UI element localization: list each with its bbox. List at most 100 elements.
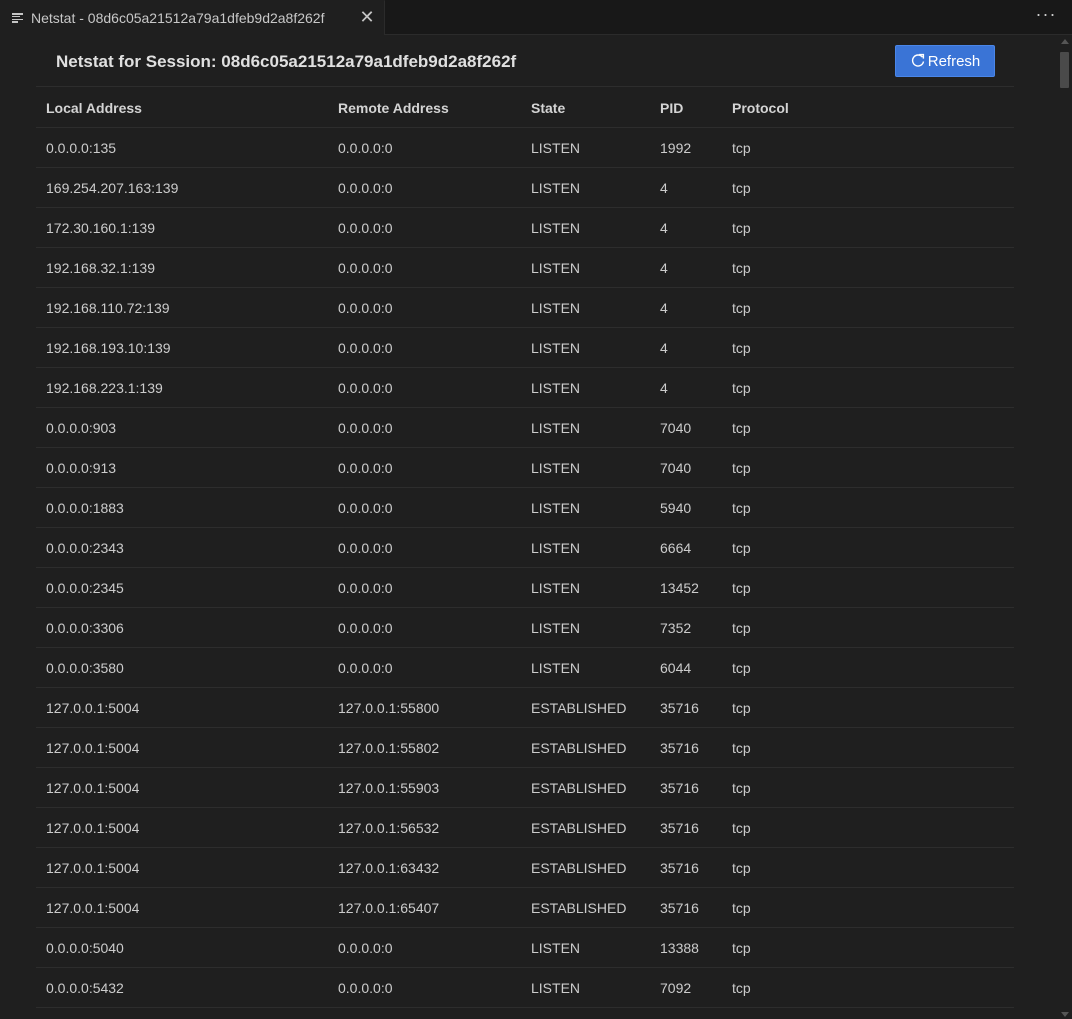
table-row: 127.0.0.1:5004 127.0.0.1:55800 ESTABLISHED…	[36, 687, 1014, 728]
table-row: 0.0.0.0:2343 0.0.0.0:0 LISTEN 6664 tcp	[36, 527, 1014, 568]
state-cell: ESTABLISHED	[521, 887, 650, 928]
table-row: 127.0.0.1:5004 127.0.0.1:63432 ESTABLISHED…	[36, 847, 1014, 888]
state-cell: LISTEN	[521, 927, 650, 968]
state-cell: ESTABLISHED	[521, 687, 650, 728]
local-address-cell: 0.0.0.0:5040	[36, 927, 328, 968]
pid-cell: 1992	[650, 127, 722, 168]
protocol-cell: tcp	[722, 247, 1014, 288]
local-address-cell: 127.0.0.1:5004	[36, 807, 328, 848]
close-icon[interactable]: ✕	[358, 8, 376, 26]
pid-cell: 4	[650, 367, 722, 408]
pid-cell: 7040	[650, 447, 722, 488]
remote-address-cell: 0.0.0.0:0	[328, 527, 521, 568]
remote-address-cell: 0.0.0.0:0	[328, 647, 521, 688]
table-row: 127.0.0.1:5004 127.0.0.1:55903 ESTABLISHED…	[36, 767, 1014, 808]
remote-address-cell: 0.0.0.0:0	[328, 567, 521, 608]
table-row: 192.168.223.1:139 0.0.0.0:0 LISTEN 4 tcp	[36, 367, 1014, 408]
pid-cell: 4	[650, 327, 722, 368]
remote-address-cell: 127.0.0.1:56532	[328, 807, 521, 848]
local-address-cell: 192.168.223.1:139	[36, 367, 328, 408]
remote-address-cell: 0.0.0.0:0	[328, 127, 521, 168]
protocol-cell: tcp	[722, 647, 1014, 688]
local-address-cell: 0.0.0.0:2345	[36, 567, 328, 608]
state-cell: LISTEN	[521, 127, 650, 168]
table-row: 0.0.0.0:3306 0.0.0.0:0 LISTEN 7352 tcp	[36, 607, 1014, 648]
table-row: 0.0.0.0:1883 0.0.0.0:0 LISTEN 5940 tcp	[36, 487, 1014, 528]
scroll-up-arrow-icon[interactable]	[1061, 39, 1069, 44]
table-row: 192.168.193.10:139 0.0.0.0:0 LISTEN 4 tcp	[36, 327, 1014, 368]
pid-cell: 35716	[650, 727, 722, 768]
local-address-cell: 0.0.0.0:3580	[36, 647, 328, 688]
protocol-cell: tcp	[722, 127, 1014, 168]
remote-address-cell: 0.0.0.0:0	[328, 287, 521, 328]
local-address-cell: 0.0.0.0:903	[36, 407, 328, 448]
state-cell: LISTEN	[521, 247, 650, 288]
state-cell: ESTABLISHED	[521, 847, 650, 888]
table-row: 127.0.0.1:5004 127.0.0.1:65407 ESTABLISHED…	[36, 887, 1014, 928]
local-address-cell: 127.0.0.1:5004	[36, 887, 328, 928]
column-header-protocol: Protocol	[722, 88, 1014, 128]
state-cell: LISTEN	[521, 407, 650, 448]
protocol-cell: tcp	[722, 567, 1014, 608]
remote-address-cell: 0.0.0.0:0	[328, 167, 521, 208]
protocol-cell: tcp	[722, 967, 1014, 1008]
column-header-state: State	[521, 88, 650, 128]
remote-address-cell: 0.0.0.0:0	[328, 447, 521, 488]
state-cell: LISTEN	[521, 967, 650, 1008]
protocol-cell: tcp	[722, 727, 1014, 768]
remote-address-cell: 0.0.0.0:0	[328, 487, 521, 528]
state-cell: LISTEN	[521, 287, 650, 328]
local-address-cell: 172.30.160.1:139	[36, 207, 328, 248]
protocol-cell: tcp	[722, 367, 1014, 408]
table-row: 127.0.0.1:5004 127.0.0.1:55802 ESTABLISHED…	[36, 727, 1014, 768]
scroll-down-arrow-icon[interactable]	[1061, 1012, 1069, 1017]
remote-address-cell: 0.0.0.0:0	[328, 207, 521, 248]
table-row: 127.0.0.1:5004 127.0.0.1:56532 ESTABLISHED…	[36, 807, 1014, 848]
refresh-label: Refresh	[927, 52, 981, 70]
vertical-scrollbar[interactable]	[1058, 35, 1072, 1019]
pid-cell: 35716	[650, 887, 722, 928]
pid-cell: 35716	[650, 847, 722, 888]
refresh-icon	[911, 53, 924, 67]
table-row: 169.254.207.163:139 0.0.0.0:0 LISTEN 4 tcp	[36, 167, 1014, 208]
scrollbar-thumb[interactable]	[1060, 52, 1069, 88]
protocol-cell: tcp	[722, 407, 1014, 448]
remote-address-cell: 127.0.0.1:63432	[328, 847, 521, 888]
pid-cell: 7040	[650, 407, 722, 448]
table-row: 172.30.160.1:139 0.0.0.0:0 LISTEN 4 tcp	[36, 207, 1014, 248]
state-cell: ESTABLISHED	[521, 807, 650, 848]
remote-address-cell: 0.0.0.0:0	[328, 327, 521, 368]
refresh-button[interactable]: Refresh	[895, 45, 995, 77]
table-row: 0.0.0.0:903 0.0.0.0:0 LISTEN 7040 tcp	[36, 407, 1014, 448]
protocol-cell: tcp	[722, 767, 1014, 808]
local-address-cell: 127.0.0.1:5004	[36, 687, 328, 728]
state-cell: LISTEN	[521, 607, 650, 648]
table-row: 192.168.110.72:139 0.0.0.0:0 LISTEN 4 tcp	[36, 287, 1014, 328]
tab-netstat[interactable]: Netstat - 08d6c05a21512a79a1dfeb9d2a8f26…	[0, 0, 385, 35]
local-address-cell: 169.254.207.163:139	[36, 167, 328, 208]
remote-address-cell: 0.0.0.0:0	[328, 247, 521, 288]
state-cell: LISTEN	[521, 487, 650, 528]
table-row: 0.0.0.0:2345 0.0.0.0:0 LISTEN 13452 tcp	[36, 567, 1014, 608]
column-header-remote-address: Remote Address	[328, 88, 521, 128]
pid-cell: 35716	[650, 687, 722, 728]
pid-cell: 5940	[650, 487, 722, 528]
state-cell: LISTEN	[521, 367, 650, 408]
protocol-cell: tcp	[722, 327, 1014, 368]
local-address-cell: 192.168.193.10:139	[36, 327, 328, 368]
table-row: 0.0.0.0:913 0.0.0.0:0 LISTEN 7040 tcp	[36, 447, 1014, 488]
netstat-table: Local Address Remote Address State PID P…	[36, 88, 1014, 1008]
local-address-cell: 127.0.0.1:5004	[36, 767, 328, 808]
column-header-pid: PID	[650, 88, 722, 128]
more-actions-icon[interactable]: ···	[1034, 4, 1058, 28]
pid-cell: 4	[650, 247, 722, 288]
pid-cell: 4	[650, 287, 722, 328]
remote-address-cell: 0.0.0.0:0	[328, 967, 521, 1008]
protocol-cell: tcp	[722, 487, 1014, 528]
remote-address-cell: 127.0.0.1:55903	[328, 767, 521, 808]
protocol-cell: tcp	[722, 687, 1014, 728]
state-cell: LISTEN	[521, 447, 650, 488]
table-row: 192.168.32.1:139 0.0.0.0:0 LISTEN 4 tcp	[36, 247, 1014, 288]
protocol-cell: tcp	[722, 847, 1014, 888]
pid-cell: 4	[650, 167, 722, 208]
